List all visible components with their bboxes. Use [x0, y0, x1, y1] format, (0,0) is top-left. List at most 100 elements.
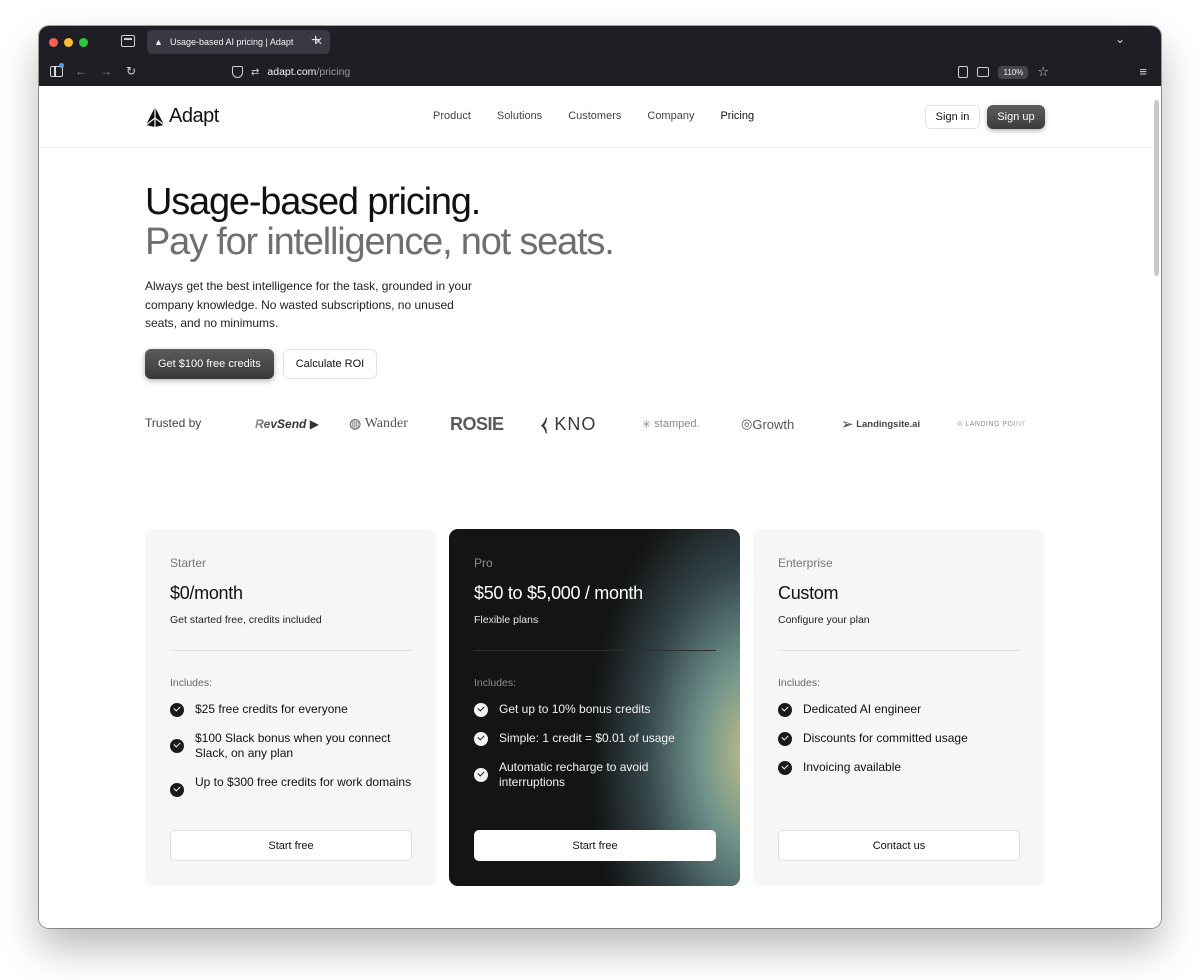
hero-title: Usage-based pricing.	[145, 181, 481, 223]
plan-feature-list: $25 free credits for everyone $100 Slack…	[170, 702, 412, 811]
growth-logo: ◎ Growth	[741, 412, 794, 436]
logo-text: Adapt	[169, 105, 219, 127]
plan-divider	[474, 650, 716, 651]
growth-logo-text: Growth	[752, 416, 795, 432]
plan-feature-text: $25 free credits for everyone	[195, 702, 348, 716]
contact-us-button[interactable]: Contact us	[778, 830, 1020, 861]
growth-rings-icon: ◎	[741, 416, 753, 431]
address-bar[interactable]: ⇄ adapt.com/pricing 110% ☆	[227, 61, 1049, 83]
revsend-arrow-icon: ▶	[309, 417, 319, 431]
check-circle-icon	[170, 739, 184, 753]
navigation-toolbar: ← → ↻ ⇄ adapt.com/pricing 110% ☆ ≡	[39, 58, 1161, 86]
address-bar-actions: 110% ☆	[958, 61, 1049, 83]
tab-overview-icon[interactable]	[121, 35, 135, 47]
adapt-favicon-icon: ▲	[154, 37, 163, 47]
close-window-button[interactable]	[49, 38, 58, 47]
adapt-logo-icon	[145, 106, 165, 127]
plan-feature-list: Dedicated AI engineer Discounts for comm…	[778, 702, 1020, 789]
plan-name: Enterprise	[778, 556, 833, 570]
plan-feature: Simple: 1 credit = $0.01 of usage	[474, 731, 716, 746]
plan-divider	[170, 650, 412, 651]
plan-feature: Discounts for committed usage	[778, 731, 1020, 746]
site-permissions-icon[interactable]: ⇄	[251, 67, 259, 78]
paper-plane-icon: ➢	[841, 416, 854, 433]
plan-feature-text: Get up to 10% bonus credits	[499, 702, 651, 716]
plan-feature-text: $100 Slack bonus when you connect Slack,…	[195, 731, 391, 760]
page-viewport: Adapt Product Solutions Customers Compan…	[39, 86, 1161, 928]
wander-logo-text: Wander	[364, 416, 408, 431]
back-arrow-icon[interactable]: ←	[75, 64, 87, 78]
starter-start-free-button[interactable]: Start free	[170, 830, 412, 861]
nav-product[interactable]: Product	[433, 110, 471, 122]
hero-section: Usage-based pricing. Pay for intelligenc…	[145, 181, 615, 379]
plan-includes-label: Includes:	[170, 677, 213, 689]
stamped-logo-text: stamped.	[654, 418, 700, 430]
tab-list-chevron-icon[interactable]: ⌄	[1115, 32, 1125, 46]
get-free-credits-button[interactable]: Get $100 free credits	[145, 348, 274, 379]
sidebar-notification-dot	[59, 63, 64, 68]
logo-strip-fade-right	[1005, 412, 1045, 436]
nav-customers[interactable]: Customers	[568, 110, 621, 122]
active-tab[interactable]: ▲ Usage-based AI pricing | Adapt ✕	[147, 30, 330, 54]
customer-logo-strip: RevSend ▶ ◍ Wander ROSIE ⧼ KNO ✳ stamped…	[235, 412, 1045, 436]
check-circle-icon	[778, 732, 792, 746]
bookmark-star-icon[interactable]: ☆	[1037, 65, 1049, 79]
new-tab-icon[interactable]: +	[311, 32, 320, 50]
kno-logo: ⧼ KNO	[541, 412, 596, 436]
check-circle-icon	[474, 703, 488, 717]
reload-icon[interactable]: ↻	[126, 64, 136, 78]
plan-description: Configure your plan	[778, 614, 870, 626]
url-text[interactable]: adapt.com/pricing	[267, 66, 350, 78]
plan-card-content: Pro $50 to $5,000 / month Flexible plans…	[474, 529, 716, 886]
tab-bar: ▲ Usage-based AI pricing | Adapt ✕ + ⌄	[39, 26, 1161, 58]
plan-feature-list: Get up to 10% bonus credits Simple: 1 cr…	[474, 702, 716, 804]
sign-in-button[interactable]: Sign in	[925, 105, 980, 129]
zoom-level-badge[interactable]: 110%	[998, 65, 1029, 79]
plan-feature-text: Discounts for committed usage	[803, 731, 968, 745]
check-circle-icon	[474, 768, 488, 782]
plan-feature: Get up to 10% bonus credits	[474, 702, 716, 717]
pro-start-free-button[interactable]: Start free	[474, 830, 716, 861]
hero-subtitle: Pay for intelligence, not seats.	[145, 221, 615, 263]
nav-pricing[interactable]: Pricing	[720, 110, 754, 122]
tab-title: Usage-based AI pricing | Adapt	[170, 37, 294, 47]
wander-logo: ◍ Wander	[349, 412, 408, 436]
check-circle-icon	[778, 703, 792, 717]
tracking-shield-icon[interactable]	[232, 66, 243, 78]
plan-feature: Automatic recharge to avoid interruption…	[474, 760, 716, 790]
plan-price: $50 to $5,000 / month	[474, 583, 643, 603]
site-header: Adapt Product Solutions Customers Compan…	[39, 86, 1151, 148]
reader-view-icon[interactable]	[958, 66, 969, 78]
wander-globe-icon: ◍	[349, 416, 362, 432]
plan-card-pro: Pro $50 to $5,000 / month Flexible plans…	[449, 529, 740, 886]
nav-company[interactable]: Company	[647, 110, 694, 122]
plan-feature-text: Up to $300 free credits for work domains	[195, 775, 412, 789]
plan-includes-label: Includes:	[778, 677, 821, 689]
plan-price: $0/month	[170, 583, 243, 603]
browser-window: ▲ Usage-based AI pricing | Adapt ✕ + ⌄ ←…	[39, 26, 1161, 928]
zoom-window-button[interactable]	[79, 38, 88, 47]
kno-logo-text: KNO	[554, 413, 597, 434]
plan-description: Get started free, credits included	[170, 614, 322, 626]
plan-feature: Invoicing available	[778, 760, 1020, 775]
page-scrollbar[interactable]	[1154, 100, 1159, 276]
forward-arrow-icon[interactable]: →	[100, 64, 112, 78]
plan-includes-label: Includes:	[474, 677, 517, 689]
calculate-roi-button[interactable]: Calculate ROI	[282, 348, 378, 379]
check-circle-icon	[170, 703, 184, 717]
plan-feature: $100 Slack bonus when you connect Slack,…	[170, 731, 412, 761]
minimize-window-button[interactable]	[64, 38, 73, 47]
url-domain: adapt.com	[267, 66, 317, 78]
plan-feature-text: Dedicated AI engineer	[803, 702, 922, 716]
adapt-logo[interactable]: Adapt	[145, 105, 219, 128]
check-circle-icon	[778, 761, 792, 775]
nav-solutions[interactable]: Solutions	[497, 110, 542, 122]
sign-up-button[interactable]: Sign up	[987, 105, 1045, 129]
hero-description: Always get the best intelligence for the…	[145, 279, 472, 330]
logo-strip-fade-left	[235, 412, 275, 436]
plan-feature-text: Simple: 1 credit = $0.01 of usage	[499, 731, 675, 745]
plan-card-content: Starter $0/month Get started free, credi…	[170, 529, 412, 886]
plan-card-enterprise: Enterprise Custom Configure your plan In…	[753, 529, 1044, 886]
picture-in-picture-icon[interactable]	[977, 67, 990, 77]
hamburger-menu-icon[interactable]: ≡	[1139, 64, 1147, 79]
